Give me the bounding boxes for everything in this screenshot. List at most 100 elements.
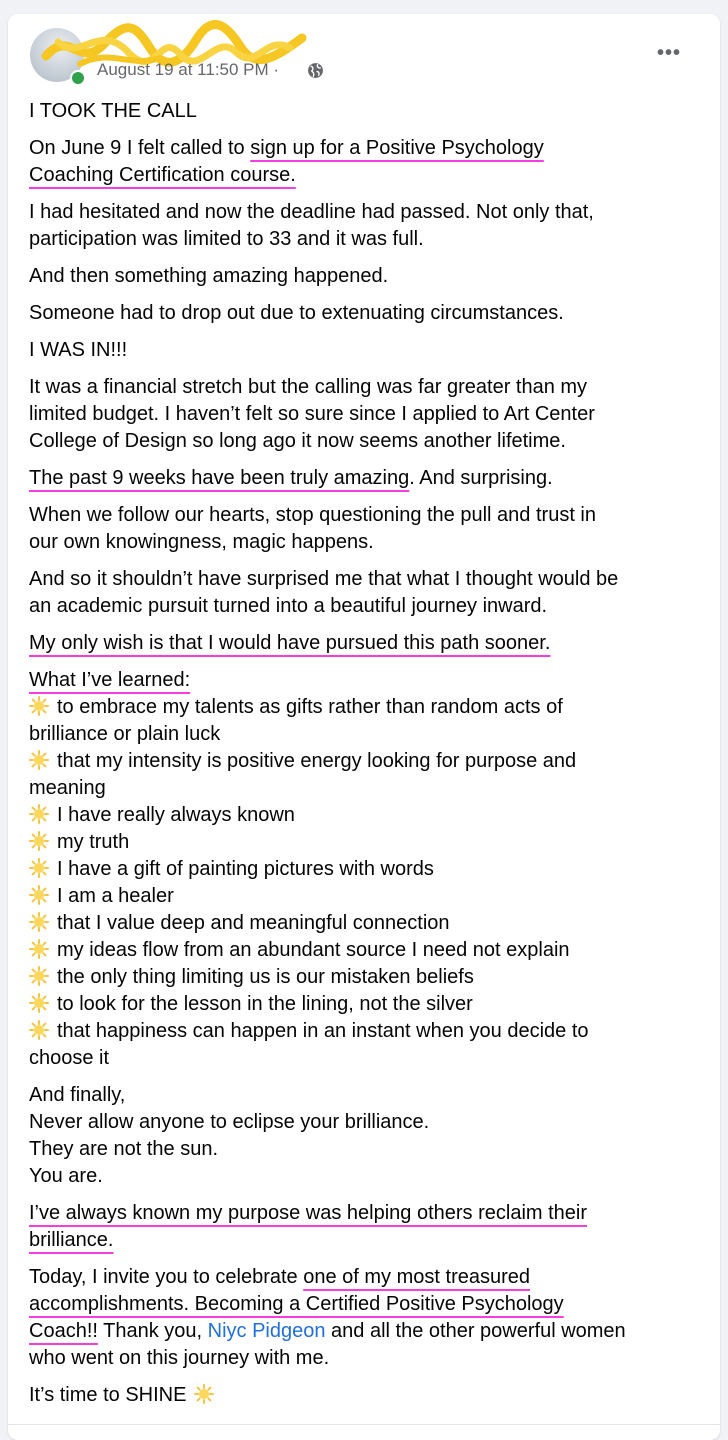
- learned-item-line: that I value deep and meaningful connect…: [29, 910, 701, 937]
- text-line: And finally,: [29, 1084, 126, 1106]
- text-line: They are not the sun.: [29, 1138, 219, 1160]
- text-line: The past 9 weeks have been truly amazing…: [29, 465, 701, 492]
- learned-item: that my intensity is positive energy loo…: [29, 748, 701, 802]
- text-line: who went on this journey with me.: [29, 1347, 330, 1369]
- learned-item-line: I have really always known: [29, 802, 701, 829]
- paragraph-closing: It’s time to SHINE: [29, 1382, 701, 1409]
- text-line: Someone had to drop out due to extenuati…: [29, 302, 564, 324]
- learned-item-text: to embrace my talents as gifts rather th…: [57, 696, 563, 718]
- sun-icon: [29, 1020, 49, 1040]
- highlighted-text: My only wish is that I would have pursue…: [29, 632, 551, 654]
- highlighted-text: one of my most treasured: [303, 1266, 531, 1288]
- paragraph-financial: It was a financial stretch but the calli…: [29, 374, 701, 455]
- learned-item-text: I have a gift of painting pictures with …: [57, 858, 434, 880]
- learned-items: to embrace my talents as gifts rather th…: [29, 694, 701, 1072]
- more-options-button[interactable]: •••: [651, 38, 687, 68]
- paragraph-signup: On June 9 I felt called to sign up for a…: [29, 135, 701, 189]
- learned-item: the only thing limiting us is our mistak…: [29, 964, 701, 991]
- sun-icon: [29, 804, 49, 824]
- post-body: I TOOK THE CALL On June 9 I felt called …: [29, 98, 701, 1419]
- learned-item-line: my ideas flow from an abundant source I …: [29, 937, 701, 964]
- learned-item: that I value deep and meaningful connect…: [29, 910, 701, 937]
- learned-item-line: the only thing limiting us is our mistak…: [29, 964, 701, 991]
- sun-icon: [29, 939, 49, 959]
- learned-item-text: that happiness can happen in an instant …: [57, 1020, 589, 1042]
- sun-icon: [29, 885, 49, 905]
- learned-item: to embrace my talents as gifts rather th…: [29, 694, 701, 748]
- learned-item: to look for the lesson in the lining, no…: [29, 991, 701, 1018]
- text-line: Coach!! Thank you, Niyc Pidgeon and all …: [29, 1318, 701, 1345]
- text-line: limited budget. I haven’t felt so sure s…: [29, 403, 595, 425]
- text-line: You are.: [29, 1165, 103, 1187]
- learned-item: I am a healer: [29, 883, 701, 910]
- text-line: accomplishments. Becoming a Certified Po…: [29, 1291, 701, 1318]
- learned-item-text: I have really always known: [57, 804, 295, 826]
- learned-item-text: my ideas flow from an abundant source I …: [57, 939, 570, 961]
- paragraph-nine-weeks: The past 9 weeks have been truly amazing…: [29, 465, 701, 492]
- text-line: I TOOK THE CALL: [29, 100, 197, 122]
- learned-item-line: that my intensity is positive energy loo…: [29, 748, 701, 775]
- highlighted-text: Coaching Certification course.: [29, 164, 296, 186]
- text-line: My only wish is that I would have pursue…: [29, 630, 701, 657]
- learned-item-line: I have a gift of painting pictures with …: [29, 856, 701, 883]
- sun-icon: [29, 696, 49, 716]
- timestamp-text: August 19 at 11:50 PM ·: [97, 60, 280, 79]
- sun-icon: [194, 1384, 215, 1404]
- text-line: On June 9 I felt called to sign up for a…: [29, 135, 701, 162]
- paragraph-journey: And so it shouldn’t have surprised me th…: [29, 566, 701, 620]
- learned-heading: What I’ve learned:: [29, 667, 701, 694]
- text-run: and all the other powerful women: [325, 1320, 626, 1342]
- sun-icon: [29, 912, 49, 932]
- highlighted-text: What I’ve learned:: [29, 669, 191, 691]
- text-line: College of Design so long ago it now see…: [29, 430, 566, 452]
- text-line: I’ve always known my purpose was helping…: [29, 1200, 701, 1227]
- text-line: an academic pursuit turned into a beauti…: [29, 595, 548, 617]
- text-line: our own knowingness, magic happens.: [29, 531, 374, 553]
- learned-item: I have really always known: [29, 802, 701, 829]
- learned-item-text: that my intensity is positive energy loo…: [57, 750, 577, 772]
- text-run: Today, I invite you to celebrate: [29, 1266, 304, 1288]
- paragraph-wish: My only wish is that I would have pursue…: [29, 630, 701, 657]
- learned-item-line: that happiness can happen in an instant …: [29, 1018, 701, 1045]
- mention-link[interactable]: Niyc Pidgeon: [208, 1320, 326, 1342]
- learned-item-continuation: meaning: [29, 777, 106, 799]
- more-options-icon: •••: [656, 41, 681, 64]
- learned-list: What I’ve learned: to embrace my talents…: [29, 667, 701, 1072]
- text-line: It’s time to SHINE: [29, 1382, 701, 1409]
- learned-item-line: to look for the lesson in the lining, no…: [29, 991, 701, 1018]
- post-timestamp[interactable]: August 19 at 11:50 PM ·: [97, 60, 279, 80]
- paragraph-title: I TOOK THE CALL: [29, 98, 701, 125]
- text-line: I had hesitated and now the deadline had…: [29, 201, 594, 223]
- text-run: It’s time to SHINE: [29, 1384, 187, 1406]
- learned-item-text: my truth: [57, 831, 130, 853]
- paragraph-dropout: Someone had to drop out due to extenuati…: [29, 300, 701, 327]
- highlighted-text: Coach!!: [29, 1320, 98, 1342]
- highlighted-text: sign up for a Positive Psychology: [250, 137, 544, 159]
- text-line: brilliance.: [29, 1227, 701, 1254]
- learned-item: my truth: [29, 829, 701, 856]
- text-line: When we follow our hearts, stop question…: [29, 504, 596, 526]
- globe-icon: [308, 63, 323, 78]
- text-line: And then something amazing happened.: [29, 265, 389, 287]
- text-line: I WAS IN!!!: [29, 339, 128, 361]
- learned-item: I have a gift of painting pictures with …: [29, 856, 701, 883]
- learned-item-continuation: choose it: [29, 1047, 110, 1069]
- learned-item-text: that I value deep and meaningful connect…: [57, 912, 450, 934]
- learned-item-text: to look for the lesson in the lining, no…: [57, 993, 473, 1015]
- text-line: It was a financial stretch but the calli…: [29, 376, 588, 398]
- card-divider: [8, 1424, 720, 1425]
- learned-item-line: to embrace my talents as gifts rather th…: [29, 694, 701, 721]
- learned-item-text: I am a healer: [57, 885, 174, 907]
- highlighted-text: I’ve always known my purpose was helping…: [29, 1202, 588, 1224]
- text-run: On June 9 I felt called to: [29, 137, 251, 159]
- highlighted-text: The past 9 weeks have been truly amazing: [29, 467, 410, 489]
- text-line: And so it shouldn’t have surprised me th…: [29, 568, 619, 590]
- sun-icon: [29, 831, 49, 851]
- sun-icon: [29, 750, 49, 770]
- text-run: Thank you,: [97, 1320, 208, 1342]
- learned-item-text: the only thing limiting us is our mistak…: [57, 966, 474, 988]
- sun-icon: [29, 993, 49, 1013]
- text-line: participation was limited to 33 and it w…: [29, 228, 424, 250]
- learned-item-continuation: brilliance or plain luck: [29, 723, 221, 745]
- paragraph-was-in: I WAS IN!!!: [29, 337, 701, 364]
